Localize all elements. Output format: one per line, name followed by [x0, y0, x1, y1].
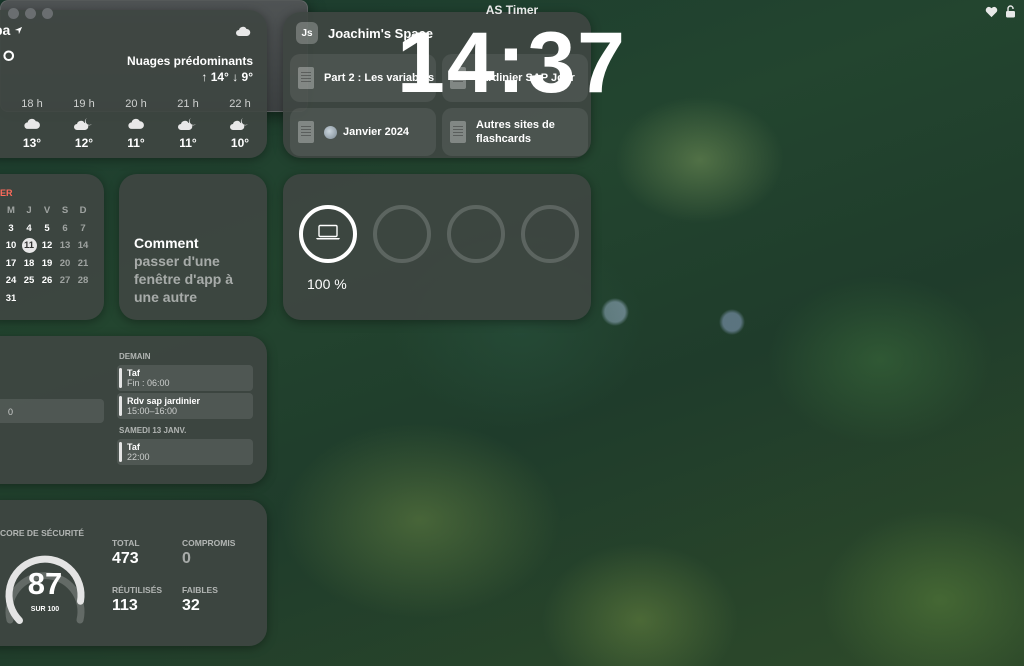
calendar-day: 6 [62, 222, 68, 234]
calendar-day: 27 [59, 275, 71, 287]
battery-ring-empty [521, 205, 579, 263]
security-score-max: SUR 100 [30, 606, 60, 613]
calendar-day: 24 [5, 275, 17, 287]
calendar-week: 3 4 5 6 7 [2, 220, 92, 238]
weekday-label: S [61, 205, 69, 217]
calendar-day [56, 290, 74, 308]
forecast-temp: 11° [179, 136, 197, 150]
globe-icon [324, 125, 337, 139]
calendar-day: 25 [23, 275, 35, 287]
calendar-day: 14 [77, 240, 89, 252]
calendar-day: 18 [23, 257, 35, 269]
weak-value: 32 [182, 597, 200, 614]
total-value: 473 [112, 550, 139, 567]
cloud-icon [12, 114, 52, 134]
weekday-label: V [43, 205, 51, 217]
battery-percent: 100 % [307, 276, 347, 292]
calendar-week: 10 11 12 13 14 [2, 237, 92, 255]
space-page-label: Janvier 2024 [343, 126, 410, 138]
shortcut-widget[interactable]: Comment passer d'une fenêtre d'app à une… [119, 174, 267, 320]
calendar-day-today: 11 [20, 237, 38, 255]
calendar-day: 26 [41, 275, 53, 287]
weekday-row: M J V S D [2, 202, 92, 220]
agenda-event[interactable]: Rdv sap jardinier 15:00–16:00 [117, 393, 253, 419]
calendar-day: 19 [41, 257, 53, 269]
forecast-temp: 10° [230, 136, 250, 150]
event-name: Taf [127, 442, 140, 452]
weekday-label: D [79, 205, 87, 217]
laptop-icon [315, 224, 341, 245]
battery-widget[interactable]: 100 % [283, 174, 591, 320]
reused-value: 113 [112, 597, 138, 614]
calendar-day: 7 [80, 222, 86, 234]
cloud-icon [116, 114, 156, 134]
agenda-event[interactable]: Taf 22:00 [117, 439, 253, 465]
agenda-day-label: SAMEDI 13 JANV. [119, 426, 187, 435]
shortcut-text: Comment passer d'une fenêtre d'app à une… [134, 234, 259, 306]
space-page-item[interactable]: Autres sites de flashcards [442, 108, 588, 156]
calendar-day [38, 290, 56, 308]
calendar-day: 21 [77, 257, 89, 269]
calendar-day: 3 [8, 222, 14, 234]
forecast-temp: 13° [22, 136, 42, 150]
event-time: Fin : 06:00 [127, 378, 170, 388]
battery-rings [299, 205, 579, 263]
battery-ring [299, 205, 357, 263]
total-label: TOTAL [112, 538, 140, 548]
space-page-label: Autres sites de flashcards [476, 119, 555, 145]
cloud-moon-icon [64, 114, 104, 134]
agenda-event-partial[interactable]: 0 [0, 399, 104, 423]
calendar-day: 31 [5, 292, 17, 304]
weekday-label: M [7, 205, 15, 217]
calendar-week: 17 18 19 20 21 [2, 255, 92, 273]
calendar-day [20, 290, 38, 308]
calendar-day: 17 [5, 257, 17, 269]
forecast-temp: 12° [74, 136, 94, 150]
calendar-grid: M J V S D 3 4 5 6 7 10 11 12 13 14 17 18… [2, 202, 92, 307]
calendar-week: 24 25 26 27 28 [2, 272, 92, 290]
agenda-day-label: DEMAIN [119, 352, 151, 361]
calendar-day: 20 [59, 257, 71, 269]
calendar-day: 10 [5, 240, 17, 252]
security-score: 87 [27, 566, 63, 601]
event-time: 15:00–16:00 [127, 406, 178, 416]
event-name: Rdv sap jardinier [127, 396, 201, 406]
calendar-day: 28 [77, 275, 89, 287]
forecast-temp: 11° [127, 136, 145, 150]
battery-ring-empty [447, 205, 505, 263]
security-header: CORE DE SÉCURITÉ [0, 528, 85, 538]
calendar-week: 31 [2, 290, 92, 308]
battery-ring-empty [373, 205, 431, 263]
event-name: Taf [127, 368, 140, 378]
agenda-event[interactable]: Taf Fin : 06:00 [117, 365, 253, 391]
weekday-label: J [26, 205, 32, 217]
calendar-day: 13 [59, 240, 71, 252]
calendar-widget[interactable]: ER M J V S D 3 4 5 6 7 10 11 12 13 14 17… [0, 174, 104, 320]
timer-display: 14:37 [397, 15, 627, 111]
compromis-label: COMPROMIS [182, 538, 236, 548]
security-widget[interactable]: CORE DE SÉCURITÉ 87 SUR 100 TOTAL 473 CO… [0, 500, 267, 646]
today-marker: 11 [21, 238, 37, 254]
calendar-day [74, 290, 92, 308]
reused-label: RÉUTILISÉS [112, 585, 163, 595]
compromis-value: 0 [182, 550, 191, 567]
timer-window[interactable]: AS Timer 14:37 [0, 0, 1015, 112]
calendar-day: 12 [41, 240, 53, 252]
event-time: 22:00 [127, 452, 150, 462]
document-icon [450, 121, 466, 143]
calendar-day: 4 [26, 222, 32, 234]
shortcut-line: une autre [134, 289, 198, 305]
cloud-moon-icon [220, 114, 260, 134]
calendar-month: ER [0, 188, 13, 198]
shortcut-line: Comment [134, 235, 199, 251]
calendar-day: 5 [44, 222, 50, 234]
weak-label: FAIBLES [182, 585, 218, 595]
cloud-moon-icon [168, 114, 208, 134]
document-icon [298, 121, 314, 143]
shortcut-line: passer d'une [134, 253, 220, 269]
shortcut-line: fenêtre d'app à [134, 271, 234, 287]
space-page-item[interactable]: Janvier 2024 [290, 108, 436, 156]
agenda-widget[interactable]: 0 DEMAIN Taf Fin : 06:00 Rdv sap jardini… [0, 336, 267, 484]
